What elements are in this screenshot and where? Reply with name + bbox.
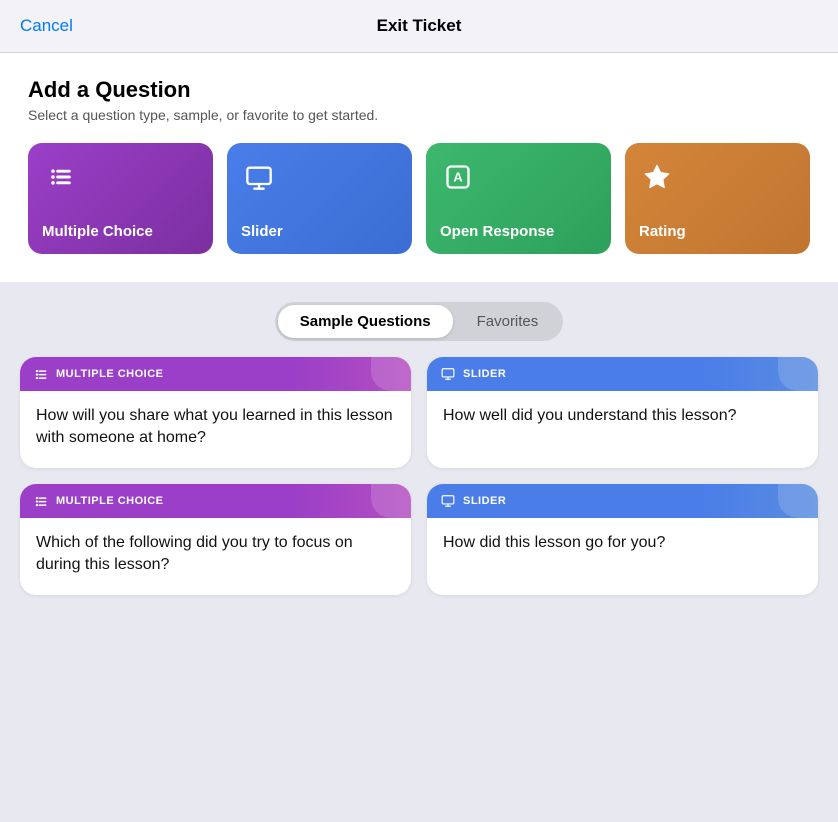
question-type-label-1: MULTIPLE CHOICE (56, 368, 164, 380)
tab-favorites[interactable]: Favorites (455, 305, 561, 338)
question-card-header-2: SLIDER (427, 357, 818, 391)
type-card-open-response[interactable]: A Open Response (426, 143, 611, 254)
question-body-3: Which of the following did you try to fo… (20, 518, 411, 595)
type-card-slider[interactable]: Slider (227, 143, 412, 254)
question-type-label-4: SLIDER (463, 495, 506, 507)
question-type-label-2: SLIDER (463, 368, 506, 380)
list-icon (42, 159, 78, 195)
tab-section: Sample Questions Favorites (0, 282, 838, 357)
question-types-row: Multiple Choice Slider A Open Response (28, 143, 810, 254)
sample-questions-grid: MULTIPLE CHOICE How will you share what … (0, 357, 838, 619)
monitor-header-icon (441, 367, 455, 381)
question-card-1[interactable]: MULTIPLE CHOICE How will you share what … (20, 357, 411, 468)
type-label-multiple-choice: Multiple Choice (42, 223, 153, 240)
question-text-4: How did this lesson go for you? (443, 532, 802, 554)
add-question-title: Add a Question (28, 77, 810, 103)
type-card-rating[interactable]: Rating (625, 143, 810, 254)
monitor-header-icon-2 (441, 494, 455, 508)
monitor-icon (241, 159, 277, 195)
question-card-3[interactable]: MULTIPLE CHOICE Which of the following d… (20, 484, 411, 595)
type-label-open-response: Open Response (440, 223, 554, 240)
text-a-icon: A (440, 159, 476, 195)
question-card-header-3: MULTIPLE CHOICE (20, 484, 411, 518)
add-question-subtitle: Select a question type, sample, or favor… (28, 107, 810, 123)
type-label-rating: Rating (639, 223, 686, 240)
question-text-2: How well did you understand this lesson? (443, 405, 802, 427)
question-text-1: How will you share what you learned in t… (36, 405, 395, 450)
svg-text:A: A (453, 170, 462, 185)
question-type-label-3: MULTIPLE CHOICE (56, 495, 164, 507)
question-body-2: How well did you understand this lesson? (427, 391, 818, 445)
tab-sample-questions[interactable]: Sample Questions (278, 305, 453, 338)
question-card-4[interactable]: SLIDER How did this lesson go for you? (427, 484, 818, 595)
cancel-button[interactable]: Cancel (20, 16, 73, 36)
main-content: Add a Question Select a question type, s… (0, 53, 838, 282)
list-header-icon-2 (34, 494, 48, 508)
question-body-1: How will you share what you learned in t… (20, 391, 411, 468)
question-card-2[interactable]: SLIDER How well did you understand this … (427, 357, 818, 468)
page-title: Exit Ticket (377, 16, 462, 36)
star-icon (639, 159, 675, 195)
question-card-header-4: SLIDER (427, 484, 818, 518)
question-card-header-1: MULTIPLE CHOICE (20, 357, 411, 391)
question-text-3: Which of the following did you try to fo… (36, 532, 395, 577)
app-header: Cancel Exit Ticket (0, 0, 838, 53)
question-body-4: How did this lesson go for you? (427, 518, 818, 572)
type-card-multiple-choice[interactable]: Multiple Choice (28, 143, 213, 254)
list-header-icon (34, 367, 48, 381)
type-label-slider: Slider (241, 223, 283, 240)
tab-bar: Sample Questions Favorites (275, 302, 564, 341)
